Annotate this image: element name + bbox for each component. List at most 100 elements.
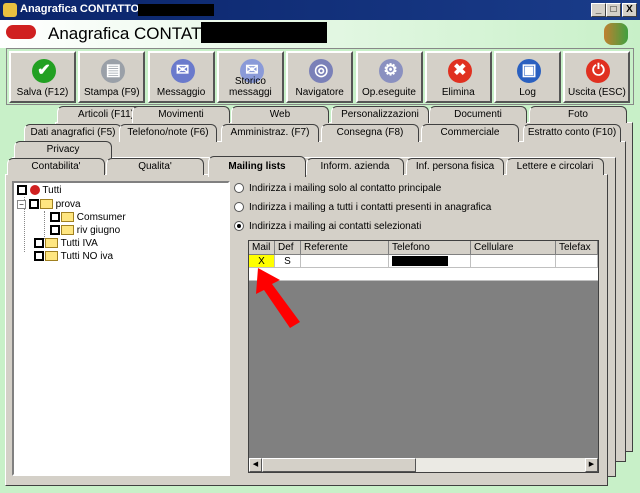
cell-cellulare[interactable] bbox=[471, 255, 556, 268]
gears-icon: ⚙ bbox=[378, 59, 403, 83]
radio-tutti-contatti[interactable]: Indirizza i mailing a tutti i contatti p… bbox=[234, 202, 491, 213]
folder-icon bbox=[39, 199, 53, 210]
tab-inform-azienda[interactable]: Inform. azienda bbox=[306, 158, 404, 175]
scroll-left-button[interactable]: ◀ bbox=[249, 458, 262, 472]
delete-x-icon: ✖ bbox=[447, 59, 472, 83]
column-header-cellulare[interactable]: Cellulare bbox=[471, 241, 556, 255]
toolbar: ✔ Salva (F12) ▤ Stampa (F9) ✉ Messaggio ✉ Stori… bbox=[6, 48, 634, 105]
column-header-referente[interactable]: Referente bbox=[301, 241, 389, 255]
folder-icon bbox=[45, 238, 58, 249]
cell-telefono[interactable] bbox=[389, 255, 471, 268]
cell-telefax[interactable] bbox=[556, 255, 598, 268]
arrow-icon bbox=[256, 268, 300, 328]
tab-foto[interactable]: Foto bbox=[529, 106, 627, 123]
tab-documenti[interactable]: Documenti bbox=[429, 106, 527, 123]
toolbar-button-8[interactable]: ⏻ Uscita (ESC) bbox=[563, 51, 631, 103]
toolbar-button-7[interactable]: ▣ Log bbox=[494, 51, 562, 103]
radio-button[interactable] bbox=[234, 202, 244, 213]
node-label: Tutti IVA bbox=[60, 238, 98, 249]
node-label: prova bbox=[55, 199, 81, 210]
column-header-telefono[interactable]: Telefono bbox=[389, 241, 471, 255]
exit-power-icon: ⏻ bbox=[586, 59, 611, 83]
redacted-name bbox=[201, 22, 327, 43]
log-book-icon: ▣ bbox=[517, 59, 542, 83]
printer-icon: ▤ bbox=[101, 59, 126, 83]
toolbar-button-label: Uscita (ESC) bbox=[567, 87, 626, 98]
checkbox[interactable] bbox=[17, 185, 27, 196]
tree-node-tutti-iva[interactable]: Tutti IVA bbox=[34, 238, 98, 249]
node-label: Comsumer bbox=[76, 212, 126, 223]
tab-lettere-e-circolari[interactable]: Lettere e circolari bbox=[506, 158, 604, 175]
tree-node-riv-giugno[interactable]: riv giugno bbox=[50, 225, 120, 236]
checkbox[interactable] bbox=[28, 199, 39, 210]
tab-personalizzazioni[interactable]: Personalizzazioni bbox=[331, 106, 429, 123]
strawberry-logo-icon bbox=[6, 25, 36, 39]
tab-dati-anagrafici-f5[interactable]: Dati anagrafici (F5) bbox=[24, 124, 122, 142]
mailing-list-tree[interactable]: Tutti − prova Comsumer riv giugno Tutti … bbox=[12, 181, 230, 476]
tab-movimenti[interactable]: Movimenti bbox=[132, 106, 230, 123]
node-label: Tutti bbox=[42, 185, 62, 196]
toolbar-button-2[interactable]: ✉ Messaggio bbox=[147, 51, 215, 103]
radio-label: Indirizza i mailing solo al contatto pri… bbox=[249, 183, 442, 194]
compass-icon: ◎ bbox=[309, 59, 334, 83]
toolbar-button-0[interactable]: ✔ Salva (F12) bbox=[9, 51, 76, 103]
tab-inf-persona-fisica[interactable]: Inf. persona fisica bbox=[406, 158, 504, 175]
toolbar-button-6[interactable]: ✖ Elimina bbox=[424, 51, 492, 103]
radio-button[interactable] bbox=[234, 221, 244, 232]
tree-node-tutti[interactable]: Tutti bbox=[17, 185, 61, 196]
toolbar-button-label: Elimina bbox=[441, 87, 475, 98]
folder-icon bbox=[61, 225, 74, 236]
red-arrow-annotation bbox=[256, 268, 300, 328]
window-title: Anagrafica CONTATTO - bbox=[20, 3, 146, 15]
toolbar-button-label: Messaggio bbox=[156, 87, 206, 98]
column-header-telefax[interactable]: Telefax bbox=[556, 241, 598, 255]
header: Anagrafica CONTATTO - bbox=[0, 20, 640, 48]
users-icon bbox=[604, 23, 628, 45]
folder-icon bbox=[61, 212, 74, 223]
cell-referente[interactable] bbox=[301, 255, 389, 268]
checkbox[interactable] bbox=[34, 251, 44, 262]
tab-telefono-note-f6[interactable]: Telefono/note (F6) bbox=[119, 124, 217, 142]
radio-button[interactable] bbox=[234, 183, 244, 194]
tree-lines bbox=[44, 211, 45, 239]
scroll-right-button[interactable]: ▶ bbox=[585, 458, 598, 472]
tree-node-prova[interactable]: − prova bbox=[17, 199, 81, 210]
column-header-def[interactable]: Def bbox=[275, 241, 301, 255]
tab-web[interactable]: Web bbox=[231, 106, 329, 123]
close-button[interactable]: X bbox=[622, 3, 637, 17]
redacted-name bbox=[138, 4, 214, 16]
scroll-thumb[interactable] bbox=[262, 458, 416, 472]
redacted-phone bbox=[392, 256, 448, 266]
maximize-button[interactable]: □ bbox=[606, 3, 621, 17]
toolbar-button-label: Salva (F12) bbox=[16, 87, 69, 98]
title-bar: Anagrafica CONTATTO - _ □ X bbox=[0, 0, 640, 20]
checkbox[interactable] bbox=[34, 238, 44, 249]
tab-privacy[interactable]: Privacy bbox=[14, 141, 112, 158]
check-icon: ✔ bbox=[32, 59, 56, 83]
toolbar-button-4[interactable]: ◎ Navigatore bbox=[286, 51, 354, 103]
horizontal-scrollbar[interactable]: ◀ ▶ bbox=[249, 458, 598, 472]
checkbox[interactable] bbox=[50, 212, 60, 223]
column-header-mail[interactable]: Mail bbox=[249, 241, 275, 255]
tab-consegna-f8[interactable]: Consegna (F8) bbox=[321, 124, 419, 142]
node-label: Tutti NO iva bbox=[60, 251, 114, 262]
tree-node-comsumer[interactable]: Comsumer bbox=[50, 212, 126, 223]
toolbar-button-5[interactable]: ⚙ Op.eseguite bbox=[355, 51, 423, 103]
tab-estratto-conto-f10[interactable]: Estratto conto (F10) bbox=[523, 124, 621, 142]
checkbox[interactable] bbox=[50, 225, 60, 236]
toolbar-button-3[interactable]: ✉ Storico messaggi bbox=[216, 51, 284, 103]
collapse-icon[interactable]: − bbox=[17, 199, 26, 209]
toolbar-button-label: Navigatore bbox=[295, 87, 344, 98]
tab-qualita[interactable]: Qualita' bbox=[106, 158, 204, 175]
tab-mailing-lists[interactable]: Mailing lists bbox=[208, 156, 306, 177]
toolbar-button-label: Storico messaggi bbox=[228, 76, 272, 98]
minimize-button[interactable]: _ bbox=[591, 3, 606, 17]
toolbar-button-1[interactable]: ▤ Stampa (F9) bbox=[78, 51, 146, 103]
tree-node-tutti-no-iva[interactable]: Tutti NO iva bbox=[34, 251, 113, 262]
radio-contatti-selezionati[interactable]: Indirizza i mailing ai contatti selezion… bbox=[234, 221, 421, 232]
tab-contabilita[interactable]: Contabilita' bbox=[7, 158, 105, 175]
radio-contatto-principale[interactable]: Indirizza i mailing solo al contatto pri… bbox=[234, 183, 441, 194]
tab-commerciale[interactable]: Commerciale bbox=[421, 124, 519, 142]
tab-amministraz-f7[interactable]: Amministraz. (F7) bbox=[221, 124, 319, 142]
node-label: riv giugno bbox=[76, 225, 121, 236]
